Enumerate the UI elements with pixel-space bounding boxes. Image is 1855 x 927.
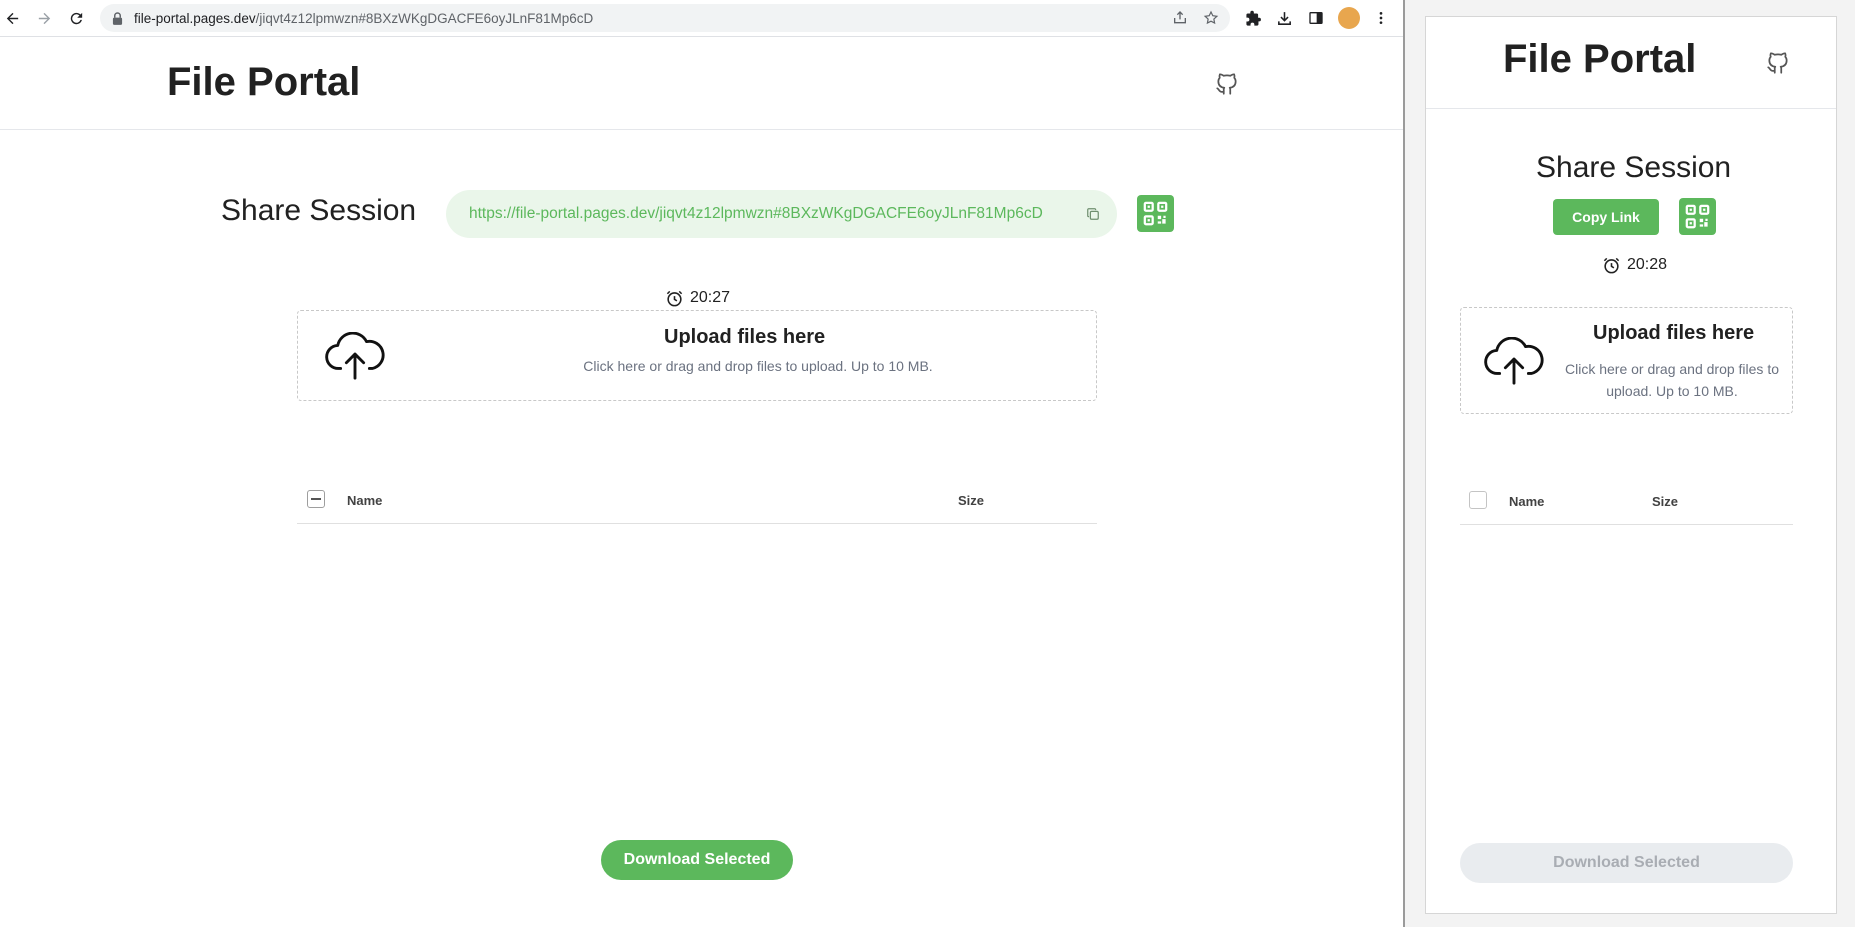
side-page-header: File Portal <box>1426 17 1836 109</box>
extensions-icon[interactable] <box>1243 8 1263 28</box>
main-page: File Portal Share Session https://file-p… <box>0 38 1403 927</box>
browser-toolbar: file-portal.pages.dev/jiqvt4z12lpmwzn#8B… <box>0 0 1403 37</box>
reload-button[interactable] <box>65 7 87 29</box>
session-timer: 20:27 <box>664 288 730 308</box>
url-host: file-portal.pages.dev <box>134 10 256 26</box>
file-table-header: Name Size <box>297 474 1097 524</box>
menu-dots-icon[interactable] <box>1371 8 1391 28</box>
side-session-timer: 20:28 <box>1601 255 1667 275</box>
upload-subtitle: Click here or drag and drop files to upl… <box>583 358 933 374</box>
page-header: File Portal <box>0 38 1403 130</box>
side-upload-dropzone[interactable]: Upload files here Click here or drag and… <box>1460 307 1793 414</box>
url-text[interactable]: file-portal.pages.dev/jiqvt4z12lpmwzn#8B… <box>134 11 593 26</box>
qr-code-icon <box>1685 204 1710 229</box>
side-share-session-label: Share Session <box>1536 151 1732 184</box>
side-qr-code-button[interactable] <box>1679 198 1716 235</box>
side-github-icon[interactable] <box>1764 49 1792 77</box>
share-icon[interactable] <box>1171 9 1189 27</box>
page-title: File Portal <box>167 60 361 104</box>
star-icon[interactable] <box>1202 9 1220 27</box>
side-panel-icon[interactable] <box>1306 8 1326 28</box>
side-column-header-name[interactable]: Name <box>1509 494 1544 509</box>
profile-avatar[interactable] <box>1338 7 1360 29</box>
upload-dropzone[interactable]: Upload files here Click here or drag and… <box>297 310 1097 401</box>
reload-icon <box>70 12 82 24</box>
cloud-upload-icon <box>324 332 386 380</box>
back-arrow-icon <box>6 12 18 24</box>
lock-icon <box>112 11 124 25</box>
alarm-clock-icon <box>1601 255 1621 275</box>
qr-code-button[interactable] <box>1137 195 1174 232</box>
address-bar[interactable]: file-portal.pages.dev/jiqvt4z12lpmwzn#8B… <box>100 4 1230 32</box>
cloud-upload-icon <box>1483 337 1545 385</box>
share-link-text[interactable]: https://file-portal.pages.dev/jiqvt4z12l… <box>469 205 1043 223</box>
github-icon[interactable] <box>1213 70 1241 98</box>
column-header-name[interactable]: Name <box>347 493 382 508</box>
alarm-clock-icon <box>664 288 684 308</box>
side-timer-text: 20:28 <box>1627 256 1668 273</box>
share-link-field[interactable]: https://file-portal.pages.dev/jiqvt4z12l… <box>446 190 1117 238</box>
forward-button[interactable] <box>33 7 55 29</box>
select-all-checkbox[interactable] <box>307 490 325 508</box>
side-download-selected-button[interactable]: Download Selected <box>1460 843 1793 883</box>
copy-icon[interactable] <box>1085 206 1101 222</box>
download-icon[interactable] <box>1274 8 1294 28</box>
column-header-size[interactable]: Size <box>958 493 984 508</box>
back-button[interactable] <box>1 7 23 29</box>
forward-arrow-icon <box>38 12 50 24</box>
share-session-label: Share Session <box>221 194 417 227</box>
indeterminate-mark <box>311 498 321 500</box>
url-path: /jiqvt4z12lpmwzn#8BXzWKgDGACFE6oyJLnF81M… <box>255 10 594 26</box>
qr-code-icon <box>1143 201 1168 226</box>
download-selected-button[interactable]: Download Selected <box>601 840 793 880</box>
side-upload-title: Upload files here <box>1593 322 1755 344</box>
timer-text: 20:27 <box>690 289 731 306</box>
side-browser-window: File Portal Share Session Copy Link 20:2… <box>1425 16 1837 914</box>
side-column-header-size[interactable]: Size <box>1652 494 1678 509</box>
copy-link-button[interactable]: Copy Link <box>1553 199 1659 235</box>
side-page-title: File Portal <box>1503 37 1697 81</box>
side-file-table-header: Name Size <box>1460 475 1793 525</box>
upload-title: Upload files here <box>664 326 826 348</box>
side-upload-subtitle: Click here or drag and drop files to upl… <box>1565 361 1779 399</box>
side-select-all-checkbox[interactable] <box>1469 491 1487 509</box>
